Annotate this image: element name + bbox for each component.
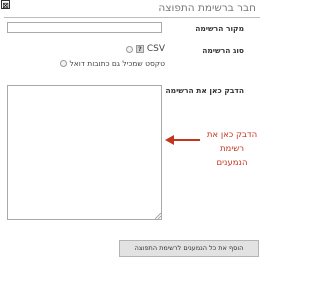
paste-hint-text: הדבק כאן את רשימת הנמענים [206,130,258,168]
paste-label: הדבק כאן את הרשימה [165,86,244,95]
type-label: סוג הרשימה [202,46,244,55]
dialog-title: חבר ברשימת התפוצה [158,2,256,14]
help-icon[interactable]: ? [135,45,144,53]
text-emails-option-label: טקסט שמכיל גם כתובות דואל [69,59,166,68]
csv-option-label: CSV [146,44,165,54]
close-icon[interactable]: ⊠ [1,0,10,10]
title-divider [4,17,260,18]
radio-option-text-emails[interactable]: טקסט שמכיל גם כתובות דואל [57,59,166,68]
resize-grip-icon[interactable] [155,213,161,219]
source-label: מקור הרשימה [195,24,244,33]
text-emails-radio[interactable] [59,60,67,67]
recipients-textarea[interactable] [7,85,162,220]
arrow-left-icon [165,135,200,145]
radio-option-csv[interactable]: ? CSV [123,44,165,54]
source-input[interactable] [7,22,162,33]
add-recipients-button[interactable]: הוסף את כל הנמענים לרשימת התפוצה [119,240,259,257]
csv-radio[interactable] [125,45,133,53]
